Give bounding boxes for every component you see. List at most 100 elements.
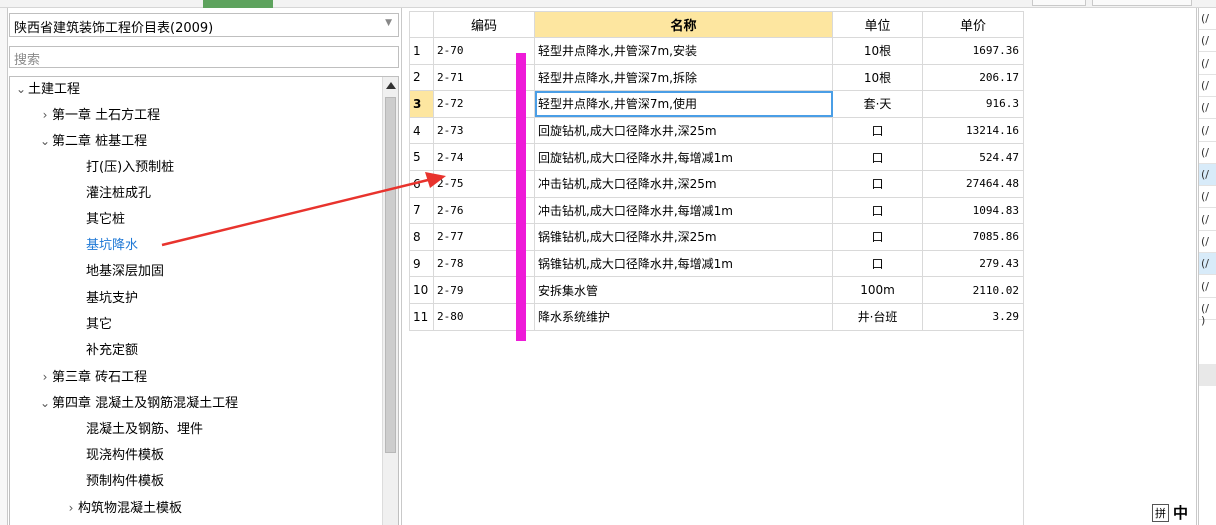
right-panel-cell[interactable]: (/: [1199, 30, 1216, 53]
tree-scrollbar[interactable]: [382, 77, 398, 525]
tree-item[interactable]: ⌄ 土建工程: [14, 78, 80, 100]
scrollbar-thumb[interactable]: [385, 97, 396, 453]
table-row[interactable]: 7 2-76 冲击钻机,成大口径降水井,每增减1m 口 1094.83: [409, 196, 1024, 225]
tree-item[interactable]: 预制构件模板: [64, 471, 164, 493]
table-row[interactable]: 9 2-78 锅锥钻机,成大口径降水井,每增减1m 口 279.43: [409, 249, 1024, 278]
right-panel-cell[interactable]: (/: [1199, 75, 1216, 97]
unit-cell[interactable]: 10根: [832, 37, 923, 65]
tree-item[interactable]: 其它: [64, 314, 112, 336]
right-panel-cell[interactable]: (/: [1199, 276, 1216, 298]
price-cell[interactable]: 524.47: [922, 143, 1024, 171]
price-cell[interactable]: 3.29: [922, 302, 1024, 331]
name-cell[interactable]: 安拆集水管: [534, 276, 833, 304]
header-code[interactable]: 编码: [433, 11, 535, 38]
chevron-right-icon[interactable]: ›: [64, 497, 78, 519]
table-row[interactable]: 10 2-79 安拆集水管 100m 2110.02: [409, 276, 1024, 304]
unit-cell[interactable]: 100m: [832, 276, 923, 304]
library-select[interactable]: 陕西省建筑装饰工程价目表(2009) ▼: [9, 13, 399, 37]
active-tab-indicator[interactable]: [203, 0, 273, 8]
tree-item[interactable]: 补充定额: [64, 340, 138, 362]
price-cell[interactable]: 1697.36: [922, 37, 1024, 65]
row-number-cell[interactable]: 6: [409, 169, 434, 198]
name-cell[interactable]: 冲击钻机,成大口径降水井,深25m: [534, 169, 833, 198]
row-number-cell[interactable]: 10: [409, 276, 434, 304]
right-panel-cell[interactable]: (/: [1199, 53, 1216, 75]
row-number-cell[interactable]: 4: [409, 116, 434, 145]
header-index[interactable]: [409, 11, 434, 38]
price-cell[interactable]: 27464.48: [922, 169, 1024, 198]
table-row[interactable]: 1 2-70 轻型井点降水,井管深7m,安装 10根 1697.36: [409, 37, 1024, 65]
tree-item[interactable]: 打(压)入预制桩: [64, 157, 174, 179]
chevron-down-icon[interactable]: ⌄: [38, 130, 52, 152]
price-cell[interactable]: 916.3: [922, 90, 1024, 118]
name-cell[interactable]: 轻型井点降水,井管深7m,使用: [534, 90, 833, 118]
right-panel-cell[interactable]: (/: [1199, 97, 1216, 120]
table-row[interactable]: 6 2-75 冲击钻机,成大口径降水井,深25m 口 27464.48: [409, 169, 1024, 198]
unit-cell[interactable]: 套·天: [832, 90, 923, 118]
right-panel-cell[interactable]: (/: [1199, 186, 1216, 209]
tree-item[interactable]: 其它桩: [64, 209, 125, 231]
table-row[interactable]: 11 2-80 降水系统维护 井·台班 3.29: [409, 302, 1024, 331]
unit-cell[interactable]: 口: [832, 169, 923, 198]
right-panel-cell[interactable]: (/: [1199, 8, 1216, 30]
ime-mode-badge[interactable]: 拼: [1152, 503, 1169, 522]
row-number-cell[interactable]: 7: [409, 196, 434, 225]
header-unit[interactable]: 单位: [832, 11, 923, 38]
tree-item[interactable]: ⌄ 第二章 桩基工程: [38, 130, 147, 152]
name-cell[interactable]: 轻型井点降水,井管深7m,拆除: [534, 63, 833, 92]
chevron-right-icon[interactable]: ›: [38, 104, 52, 126]
chevron-right-icon[interactable]: ›: [38, 366, 52, 388]
row-number-cell[interactable]: 3: [409, 90, 434, 118]
price-cell[interactable]: 206.17: [922, 63, 1024, 92]
ime-language-label[interactable]: 中: [1173, 504, 1188, 522]
table-row[interactable]: 3 2-72 轻型井点降水,井管深7m,使用 套·天 916.3: [409, 90, 1024, 118]
unit-cell[interactable]: 口: [832, 249, 923, 278]
unit-cell[interactable]: 10根: [832, 63, 923, 92]
right-panel-cell[interactable]: (/: [1199, 231, 1216, 253]
header-name[interactable]: 名称: [534, 11, 833, 38]
toolbar-button[interactable]: [1032, 0, 1086, 6]
name-cell[interactable]: 降水系统维护: [534, 302, 833, 331]
right-panel-cell[interactable]: (/: [1199, 142, 1216, 164]
tree-item[interactable]: 现浇构件模板: [64, 445, 164, 467]
price-cell[interactable]: 2110.02: [922, 276, 1024, 304]
table-row[interactable]: 5 2-74 回旋钻机,成大口径降水井,每增减1m 口 524.47: [409, 143, 1024, 171]
table-row[interactable]: 8 2-77 锅锥钻机,成大口径降水井,深25m 口 7085.86: [409, 223, 1024, 251]
unit-cell[interactable]: 口: [832, 143, 923, 171]
unit-cell[interactable]: 口: [832, 196, 923, 225]
tree-item[interactable]: › 构筑物混凝土模板: [64, 497, 182, 519]
right-panel-cell[interactable]: (/: [1199, 120, 1216, 142]
unit-cell[interactable]: 口: [832, 116, 923, 145]
row-number-cell[interactable]: 1: [409, 37, 434, 65]
tree-item[interactable]: 地基深层加固: [64, 261, 164, 283]
right-panel-cell[interactable]: (/: [1199, 164, 1216, 187]
tree-item[interactable]: 混凝土及钢筋、埋件: [64, 419, 203, 441]
chevron-down-icon[interactable]: ⌄: [14, 78, 28, 100]
unit-cell[interactable]: 井·台班: [832, 302, 923, 331]
row-number-cell[interactable]: 2: [409, 63, 434, 92]
name-cell[interactable]: 回旋钻机,成大口径降水井,深25m: [534, 116, 833, 145]
tree-item[interactable]: 基坑支护: [64, 288, 138, 310]
tree-item[interactable]: ⌄ 第四章 混凝土及钢筋混凝土工程: [38, 392, 238, 414]
header-price[interactable]: 单价: [922, 11, 1024, 38]
search-input[interactable]: 搜索: [9, 46, 399, 68]
name-cell[interactable]: 锅锥钻机,成大口径降水井,深25m: [534, 223, 833, 251]
price-cell[interactable]: 13214.16: [922, 116, 1024, 145]
row-number-cell[interactable]: 5: [409, 143, 434, 171]
tree-item[interactable]: 基坑降水: [64, 235, 138, 257]
row-number-cell[interactable]: 8: [409, 223, 434, 251]
toolbar-button[interactable]: [1092, 0, 1192, 6]
unit-cell[interactable]: 口: [832, 223, 923, 251]
right-panel-cell[interactable]: (/: [1199, 209, 1216, 231]
table-row[interactable]: 4 2-73 回旋钻机,成大口径降水井,深25m 口 13214.16: [409, 116, 1024, 145]
name-cell[interactable]: 锅锥钻机,成大口径降水井,每增减1m: [534, 249, 833, 278]
name-cell[interactable]: 轻型井点降水,井管深7m,安装: [534, 37, 833, 65]
row-number-cell[interactable]: 9: [409, 249, 434, 278]
tree-item[interactable]: › 第三章 砖石工程: [38, 366, 148, 388]
chevron-down-icon[interactable]: ⌄: [38, 392, 52, 414]
tree-item[interactable]: › 第一章 土石方工程: [38, 104, 161, 126]
tree-item[interactable]: 灌注桩成孔: [64, 183, 151, 205]
price-cell[interactable]: 279.43: [922, 249, 1024, 278]
right-panel-cell[interactable]: (/: [1199, 253, 1216, 276]
scroll-up-icon[interactable]: [386, 82, 396, 89]
